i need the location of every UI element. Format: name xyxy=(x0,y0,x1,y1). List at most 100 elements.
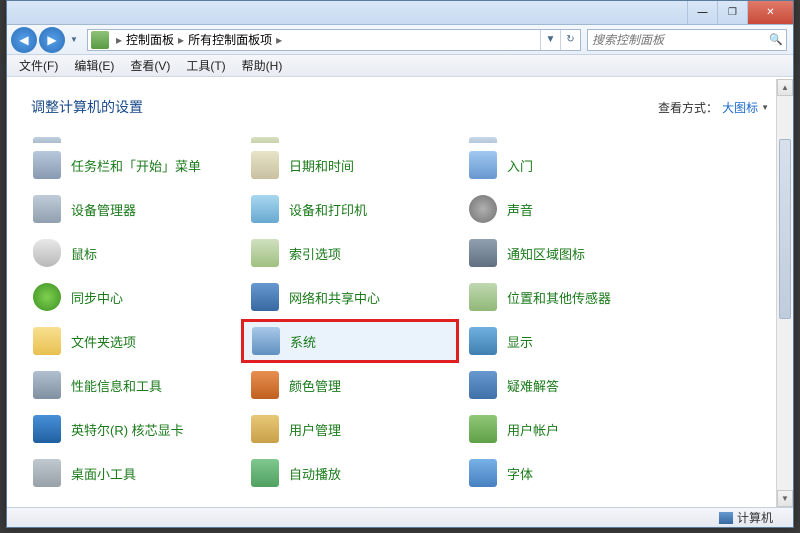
menu-file[interactable]: 文件(F) xyxy=(11,55,66,76)
grid-row: 设备管理器 设备和打印机 声音 xyxy=(23,187,777,231)
applet-desktop-gadgets[interactable]: 桌面小工具 xyxy=(23,451,241,495)
breadcrumb-root[interactable]: 控制面板 xyxy=(126,31,174,48)
grid-row: 同步中心 网络和共享中心 位置和其他传感器 xyxy=(23,275,777,319)
applet-display[interactable]: 显示 xyxy=(459,319,677,363)
system-icon xyxy=(252,327,280,355)
page-title: 调整计算机的设置 xyxy=(31,97,143,117)
applet-indexing[interactable]: 索引选项 xyxy=(241,231,459,275)
applet-label: 用户管理 xyxy=(289,420,341,439)
applet-sync-center[interactable]: 同步中心 xyxy=(23,275,241,319)
applet-getting-started[interactable]: 入门 xyxy=(459,143,677,187)
applet-intel-graphics[interactable]: 英特尔(R) 核芯显卡 xyxy=(23,407,241,451)
status-bar: 计算机 xyxy=(7,507,793,527)
refresh-button[interactable]: ↻ xyxy=(560,30,580,50)
applet-label: 用户帐户 xyxy=(507,420,559,439)
taskbar-icon xyxy=(33,151,61,179)
content-header: 调整计算机的设置 查看方式： 大图标 ▼ xyxy=(7,79,793,125)
applet-item[interactable] xyxy=(241,129,459,143)
printer-icon xyxy=(251,195,279,223)
color-icon xyxy=(251,371,279,399)
user-mgmt-icon xyxy=(251,415,279,443)
device-manager-icon xyxy=(33,195,61,223)
speaker-icon xyxy=(469,195,497,223)
content-area: 调整计算机的设置 查看方式： 大图标 ▼ 任务栏和「开始」菜单 日期和时间 入门… xyxy=(7,79,793,507)
applet-label: 索引选项 xyxy=(289,244,341,263)
applet-troubleshooting[interactable]: 疑难解答 xyxy=(459,363,677,407)
start-icon xyxy=(469,151,497,179)
applet-system[interactable]: 系统 xyxy=(241,319,459,363)
addr-dropdown-icon[interactable]: ▼ xyxy=(540,30,560,50)
applet-label: 系统 xyxy=(290,332,316,351)
close-button[interactable]: ✕ xyxy=(747,1,793,24)
autoplay-icon xyxy=(251,459,279,487)
computer-icon xyxy=(719,512,733,524)
view-mode-label: 查看方式： xyxy=(658,99,718,116)
breadcrumb-sep: ▸ xyxy=(174,33,188,47)
address-bar[interactable]: ▸ 控制面板 ▸ 所有控制面板项 ▸ ▼ ↻ xyxy=(87,29,581,51)
scroll-up-button[interactable]: ▲ xyxy=(777,79,793,96)
mouse-icon xyxy=(33,239,61,267)
search-input[interactable] xyxy=(588,33,766,47)
applet-color-management[interactable]: 颜色管理 xyxy=(241,363,459,407)
applet-device-manager[interactable]: 设备管理器 xyxy=(23,187,241,231)
applet-user-accounts[interactable]: 用户帐户 xyxy=(459,407,677,451)
applet-label: 疑难解答 xyxy=(507,376,559,395)
menu-tools[interactable]: 工具(T) xyxy=(178,55,233,76)
applet-label: 任务栏和「开始」菜单 xyxy=(71,156,201,175)
applet-performance[interactable]: 性能信息和工具 xyxy=(23,363,241,407)
applet-user-management[interactable]: 用户管理 xyxy=(241,407,459,451)
applet-devices-printers[interactable]: 设备和打印机 xyxy=(241,187,459,231)
applet-sound[interactable]: 声音 xyxy=(459,187,677,231)
search-icon[interactable]: 🔍 xyxy=(766,33,786,46)
grid-row: 桌面小工具 自动播放 字体 xyxy=(23,451,777,495)
breadcrumb-sep: ▸ xyxy=(112,33,126,47)
applet-item[interactable] xyxy=(459,129,677,143)
folder-icon xyxy=(33,327,61,355)
applet-taskbar[interactable]: 任务栏和「开始」菜单 xyxy=(23,143,241,187)
applet-mouse[interactable]: 鼠标 xyxy=(23,231,241,275)
monitor-icon xyxy=(469,327,497,355)
menu-view[interactable]: 查看(V) xyxy=(122,55,178,76)
menu-edit[interactable]: 编辑(E) xyxy=(66,55,122,76)
applet-label: 文件夹选项 xyxy=(71,332,136,351)
forward-button[interactable]: ▶ xyxy=(39,27,65,53)
scroll-thumb[interactable] xyxy=(779,139,791,319)
grid-row xyxy=(23,129,777,143)
applet-label: 通知区域图标 xyxy=(507,244,585,263)
view-mode-selector[interactable]: 查看方式： 大图标 ▼ xyxy=(658,99,769,116)
font-icon xyxy=(469,459,497,487)
view-mode-value[interactable]: 大图标 xyxy=(722,99,758,116)
applet-datetime[interactable]: 日期和时间 xyxy=(241,143,459,187)
applet-notification-area[interactable]: 通知区域图标 xyxy=(459,231,677,275)
nav-history-dropdown[interactable]: ▼ xyxy=(67,33,81,47)
search-index-icon xyxy=(251,239,279,267)
grid-row: 文件夹选项 系统 显示 xyxy=(23,319,777,363)
control-panel-icon xyxy=(91,31,109,49)
chevron-down-icon[interactable]: ▼ xyxy=(761,103,769,112)
applet-label: 英特尔(R) 核芯显卡 xyxy=(71,420,184,439)
applet-label: 日期和时间 xyxy=(289,156,354,175)
sensor-icon xyxy=(469,283,497,311)
network-icon xyxy=(251,283,279,311)
applet-location-sensors[interactable]: 位置和其他传感器 xyxy=(459,275,677,319)
breadcrumb-sep: ▸ xyxy=(272,33,286,47)
back-button[interactable]: ◀ xyxy=(11,27,37,53)
maximize-button[interactable]: ❐ xyxy=(717,1,747,24)
applet-label: 性能信息和工具 xyxy=(71,376,162,395)
menu-help[interactable]: 帮助(H) xyxy=(234,55,291,76)
calendar-icon xyxy=(251,151,279,179)
applet-folder-options[interactable]: 文件夹选项 xyxy=(23,319,241,363)
search-box[interactable]: 🔍 xyxy=(587,29,787,51)
applet-label: 字体 xyxy=(507,464,533,483)
vertical-scrollbar[interactable]: ▲ ▼ xyxy=(776,79,793,507)
performance-icon xyxy=(33,371,61,399)
applet-label: 鼠标 xyxy=(71,244,97,263)
applet-item[interactable] xyxy=(23,129,241,143)
applet-network-sharing[interactable]: 网络和共享中心 xyxy=(241,275,459,319)
minimize-button[interactable]: — xyxy=(687,1,717,24)
applet-fonts[interactable]: 字体 xyxy=(459,451,677,495)
breadcrumb-current[interactable]: 所有控制面板项 xyxy=(188,31,272,48)
scroll-down-button[interactable]: ▼ xyxy=(777,490,793,507)
title-bar: — ❐ ✕ xyxy=(7,1,793,25)
applet-autoplay[interactable]: 自动播放 xyxy=(241,451,459,495)
